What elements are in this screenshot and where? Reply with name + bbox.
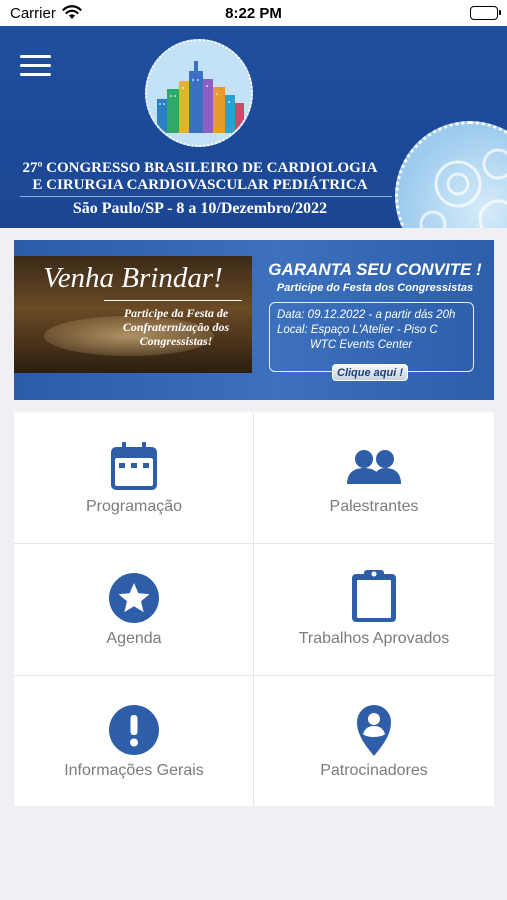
- menu-item-label: Programação: [85, 498, 183, 515]
- clock-time: 8:22 PM: [225, 5, 282, 22]
- congress-location-dates: São Paulo/SP - 8 a 10/Dezembro/2022: [72, 200, 328, 217]
- menu-item-palestrantes[interactable]: Palestrantes: [254, 412, 494, 543]
- menu-item-agenda[interactable]: Agenda: [14, 544, 254, 675]
- menu-item-trabalhos-aprovados[interactable]: Trabalhos Aprovados: [254, 544, 494, 675]
- calendar-icon: [109, 440, 159, 492]
- banner-cta-button[interactable]: Clique aqui !: [332, 364, 408, 381]
- banner-local: Local: Espaço L'Atelier - Piso C: [277, 324, 438, 336]
- header-divider: [20, 196, 392, 197]
- menu-item-label: Trabalhos Aprovados: [298, 630, 450, 647]
- battery-icon: [470, 6, 501, 20]
- star-icon: [108, 572, 160, 624]
- menu-item-programacao[interactable]: Programação: [14, 412, 254, 543]
- status-bar: Carrier 8:22 PM: [0, 0, 507, 26]
- congress-logo: [145, 39, 253, 147]
- banner-date: Data: 09.12.2022 - a partir dás 20h: [277, 309, 456, 321]
- menu-item-informacoes-gerais[interactable]: Informações Gerais: [14, 676, 254, 807]
- congress-title-line-2: E CIRURGIA CARDIOVASCULAR PEDIÁTRICA: [32, 177, 368, 193]
- banner-photo: Venha Brindar! Participe da Festa de Con…: [14, 256, 252, 373]
- banner-script-headline: Venha Brindar!: [43, 262, 223, 294]
- info-icon: [108, 704, 160, 756]
- menu-item-label: Agenda: [106, 630, 162, 647]
- menu-item-patrocinadores[interactable]: Patrocinadores: [254, 676, 494, 807]
- banner-subtitle: Participe do Festa dos Congressistas: [276, 282, 474, 294]
- banner-event-details: Data: 09.12.2022 - a partir dás 20h Loca…: [269, 302, 474, 372]
- people-icon: [343, 440, 405, 492]
- banner-photo-caption: Participe da Festa de Confraternização d…: [122, 306, 230, 348]
- menu-item-label: Informações Gerais: [64, 762, 204, 779]
- decorative-swirl-circle: [395, 121, 507, 228]
- map-pin-person-icon: [355, 702, 393, 758]
- menu-item-label: Palestrantes: [329, 498, 419, 515]
- party-invitation-banner[interactable]: Venha Brindar! Participe da Festa de Con…: [14, 240, 494, 400]
- clipboard-icon: [350, 568, 398, 624]
- main-menu-grid: Programação Palestrantes Agenda Trabalho…: [14, 412, 494, 806]
- banner-title: GARANTA SEU CONVITE !: [268, 260, 482, 279]
- app-header: 27º CONGRESSO BRASILEIRO DE CARDIOLOGIA …: [0, 26, 507, 228]
- congress-title-line-1: 27º CONGRESSO BRASILEIRO DE CARDIOLOGIA: [22, 160, 378, 176]
- hamburger-menu-icon[interactable]: [20, 55, 51, 77]
- menu-item-label: Patrocinadores: [320, 762, 428, 779]
- banner-venue: WTC Events Center: [310, 339, 413, 351]
